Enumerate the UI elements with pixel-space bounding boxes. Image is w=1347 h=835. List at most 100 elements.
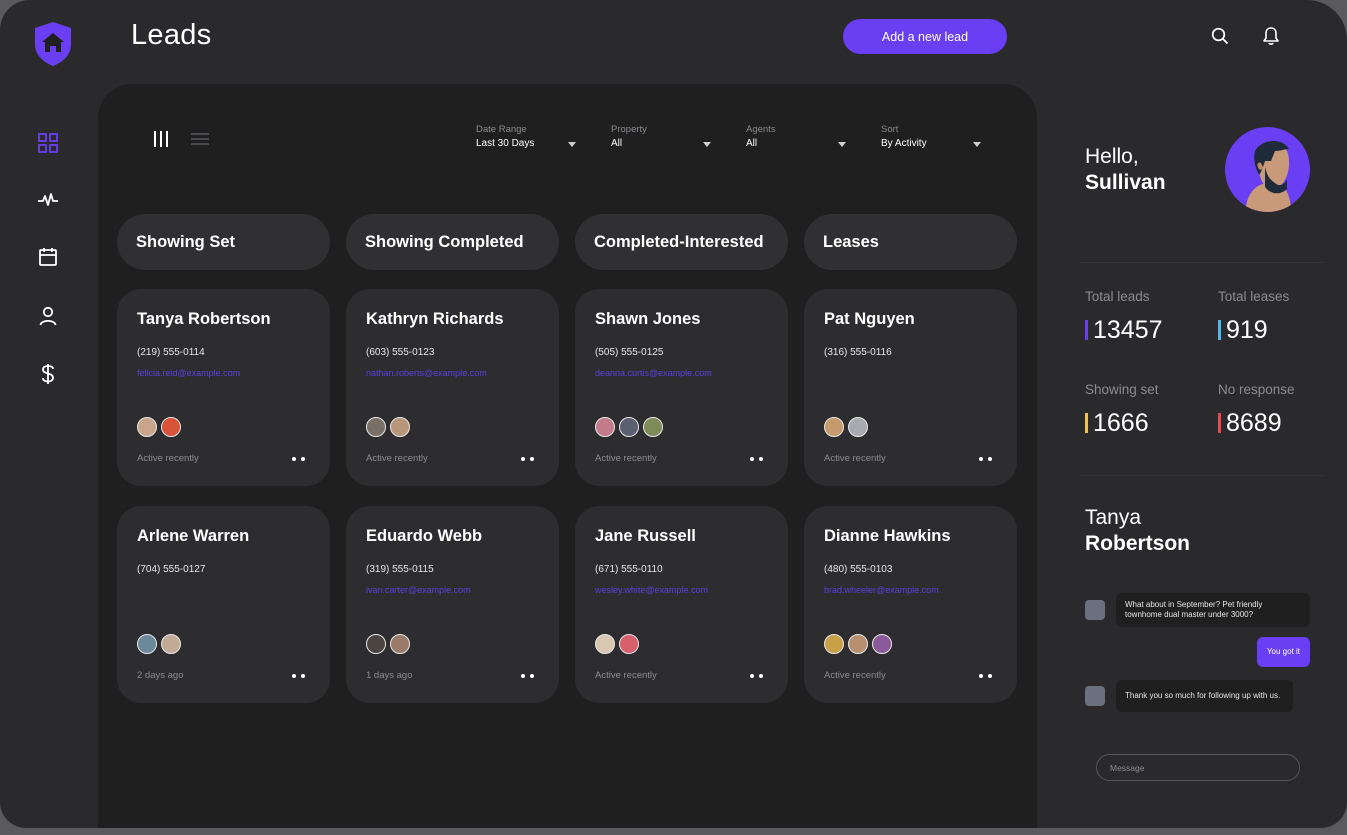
contact-avatar[interactable] <box>1085 686 1105 706</box>
lead-email[interactable]: wesley.white@example.com <box>595 585 708 595</box>
lead-card[interactable]: Dianne Hawkins (480) 555-0103 brad.wheel… <box>804 506 1017 703</box>
column-header-showing-set[interactable]: Showing Set <box>117 214 330 270</box>
notifications-button[interactable] <box>1260 24 1282 48</box>
stat-indicator-bar <box>1085 320 1088 340</box>
lead-card[interactable]: Tanya Robertson (219) 555-0114 felicia.r… <box>117 289 330 486</box>
activity-status: Active recently <box>824 453 886 464</box>
more-options-button[interactable] <box>750 455 768 463</box>
agent-avatar[interactable] <box>848 417 868 437</box>
calendar-icon <box>39 248 57 266</box>
greeting-name: Sullivan <box>1085 171 1166 194</box>
lead-name: Kathryn Richards <box>366 310 504 328</box>
lead-card[interactable]: Jane Russell (671) 555-0110 wesley.white… <box>575 506 788 703</box>
sidebar-item-calendar[interactable] <box>34 243 62 271</box>
filter-value: All <box>611 138 623 149</box>
agent-avatar[interactable] <box>137 417 157 437</box>
agent-avatar[interactable] <box>643 417 663 437</box>
lead-email[interactable]: deanna.curtis@example.com <box>595 368 712 378</box>
greeting-text: Hello, <box>1085 145 1139 168</box>
sidebar-item-contacts[interactable] <box>34 302 62 330</box>
stat-number: 13457 <box>1093 316 1163 344</box>
lead-card[interactable]: Pat Nguyen (316) 555-0116 Active recentl… <box>804 289 1017 486</box>
activity-status: Active recently <box>366 453 428 464</box>
filter-value: Last 30 Days <box>476 138 535 149</box>
agent-avatar[interactable] <box>366 634 386 654</box>
dollar-icon <box>42 364 54 384</box>
agent-avatar[interactable] <box>390 417 410 437</box>
lead-email[interactable]: nathan.roberts@example.com <box>366 368 487 378</box>
lead-email[interactable]: brad.wheeler@example.com <box>824 585 939 595</box>
lead-name: Tanya Robertson <box>137 310 271 328</box>
agent-avatar[interactable] <box>595 417 615 437</box>
agent-avatar[interactable] <box>137 634 157 654</box>
column-header-showing-completed[interactable]: Showing Completed <box>346 214 559 270</box>
filter-label: Agents <box>746 124 776 135</box>
agent-avatar[interactable] <box>595 634 615 654</box>
lead-phone: (505) 555-0125 <box>595 347 664 358</box>
agent-avatar[interactable] <box>619 417 639 437</box>
column-header-leases[interactable]: Leases <box>804 214 1017 270</box>
more-options-button[interactable] <box>521 455 539 463</box>
activity-status: Active recently <box>595 670 657 681</box>
stat-label: Total leads <box>1085 289 1150 304</box>
stat-no-response: No response 8689 <box>1218 382 1338 437</box>
filter-property[interactable]: Property All <box>611 124 711 149</box>
contact-avatar[interactable] <box>1085 600 1105 620</box>
more-options-button[interactable] <box>979 672 997 680</box>
stat-label: Total leases <box>1218 289 1290 304</box>
search-icon <box>1211 27 1229 45</box>
agent-avatar[interactable] <box>848 634 868 654</box>
lead-email[interactable]: ivan.carter@example.com <box>366 585 471 595</box>
lead-phone: (316) 555-0116 <box>824 347 892 358</box>
lead-phone: (704) 555-0127 <box>137 564 206 575</box>
activity-icon <box>38 193 58 206</box>
stat-label: No response <box>1218 382 1295 397</box>
lead-card[interactable]: Eduardo Webb (319) 555-0115 ivan.carter@… <box>346 506 559 703</box>
filter-sort[interactable]: Sort By Activity <box>881 124 981 149</box>
filter-date-range[interactable]: Date Range Last 30 Days <box>476 124 576 149</box>
filter-label: Date Range <box>476 124 527 135</box>
user-avatar[interactable] <box>1225 127 1310 212</box>
filter-label: Property <box>611 124 647 135</box>
lead-phone: (671) 555-0110 <box>595 564 663 575</box>
house-shield-logo[interactable] <box>34 21 72 67</box>
agent-avatar[interactable] <box>824 417 844 437</box>
stat-total-leads: Total leads 13457 <box>1085 289 1205 344</box>
filter-agents[interactable]: Agents All <box>746 124 846 149</box>
more-options-button[interactable] <box>750 672 768 680</box>
sidebar-item-dashboard[interactable] <box>34 129 62 157</box>
agent-avatar[interactable] <box>390 634 410 654</box>
agent-avatar[interactable] <box>619 634 639 654</box>
lead-card[interactable]: Arlene Warren (704) 555-0127 2 days ago <box>117 506 330 703</box>
agent-avatars <box>595 634 639 654</box>
stat-total-leases: Total leases 919 <box>1218 289 1338 344</box>
search-button[interactable] <box>1209 24 1231 48</box>
agent-avatar[interactable] <box>366 417 386 437</box>
lead-card[interactable]: Shawn Jones (505) 555-0125 deanna.curtis… <box>575 289 788 486</box>
lead-name: Shawn Jones <box>595 310 701 328</box>
sidebar-item-payments[interactable] <box>34 360 62 388</box>
agent-avatar[interactable] <box>824 634 844 654</box>
more-options-button[interactable] <box>292 672 310 680</box>
lead-name: Jane Russell <box>595 527 696 545</box>
add-lead-button[interactable]: Add a new lead <box>843 19 1007 54</box>
lead-email[interactable]: felicia.reid@example.com <box>137 368 240 378</box>
column-header-completed-interested[interactable]: Completed-Interested <box>575 214 788 270</box>
sidebar-item-activity[interactable] <box>34 186 62 214</box>
lead-card[interactable]: Kathryn Richards (603) 555-0123 nathan.r… <box>346 289 559 486</box>
lead-phone: (319) 555-0115 <box>366 564 434 575</box>
list-view-toggle[interactable] <box>190 130 210 148</box>
more-options-button[interactable] <box>292 455 310 463</box>
caret-down-icon <box>838 142 846 147</box>
agent-avatar[interactable] <box>161 417 181 437</box>
agent-avatar[interactable] <box>872 634 892 654</box>
message-input[interactable] <box>1096 754 1300 781</box>
caret-down-icon <box>973 142 981 147</box>
agent-avatar[interactable] <box>161 634 181 654</box>
stat-indicator-bar <box>1085 413 1088 433</box>
more-options-button[interactable] <box>979 455 997 463</box>
more-options-button[interactable] <box>521 672 539 680</box>
lead-phone: (480) 555-0103 <box>824 564 893 575</box>
filter-value: All <box>746 138 758 149</box>
board-view-toggle[interactable] <box>152 130 172 148</box>
